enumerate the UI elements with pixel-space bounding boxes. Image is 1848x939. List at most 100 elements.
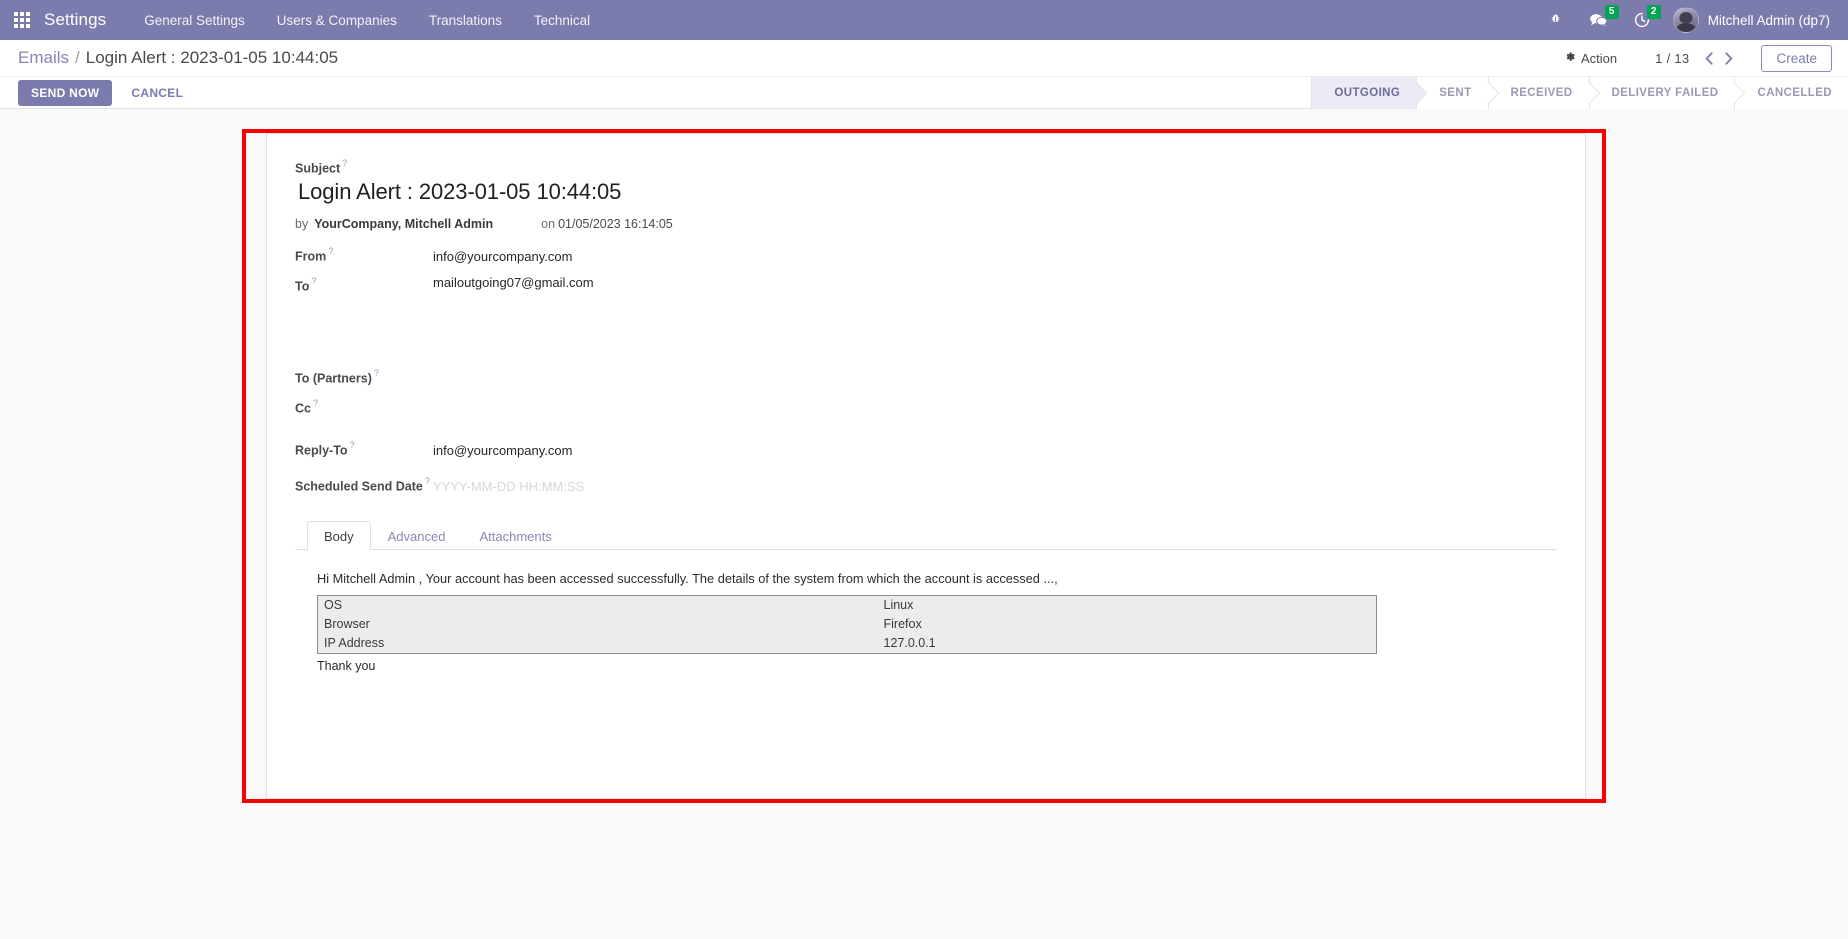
debug-bug-icon[interactable] bbox=[1536, 0, 1576, 40]
pager-value: 1 / 13 bbox=[1655, 50, 1690, 66]
user-menu[interactable]: Mitchell Admin (dp7) bbox=[1663, 0, 1836, 40]
notebook: Body Advanced Attachments Hi Mitchell Ad… bbox=[295, 521, 1557, 760]
table-cell-value-browser: Firefox bbox=[883, 616, 922, 631]
byline-on-word: on bbox=[541, 217, 556, 232]
mail-body-details-table: OS Linux Browser Firefox IP Address 127.… bbox=[317, 594, 1377, 654]
app-brand-settings[interactable]: Settings bbox=[44, 10, 128, 30]
red-highlight-annotation: Subject? Login Alert : 2023-01-05 10:44:… bbox=[242, 129, 1606, 803]
cc-help-icon[interactable]: ? bbox=[313, 398, 318, 408]
status-item-cancelled[interactable]: CANCELLED bbox=[1734, 76, 1848, 109]
breadcrumb-item-current: Login Alert : 2023-01-05 10:44:05 bbox=[85, 48, 339, 67]
menu-item-technical[interactable]: Technical bbox=[518, 0, 606, 40]
apps-grid-icon bbox=[14, 12, 30, 28]
tab-advanced[interactable]: Advanced bbox=[371, 521, 463, 550]
notebook-tabs: Body Advanced Attachments bbox=[295, 521, 1557, 551]
gear-icon bbox=[1564, 51, 1576, 65]
control-panel-actions: Action 1 / 13 Create bbox=[1554, 44, 1832, 72]
field-value-scheduled-send-date[interactable]: YYYY-MM-DD HH:MM:SS bbox=[433, 479, 1557, 496]
menu-item-translations[interactable]: Translations bbox=[413, 0, 518, 40]
subject-help-icon[interactable]: ? bbox=[342, 158, 347, 168]
field-label-cc-wrap: Cc? bbox=[295, 397, 433, 417]
breadcrumb-item-emails[interactable]: Emails bbox=[18, 48, 69, 68]
action-menu-button[interactable]: Action bbox=[1554, 47, 1627, 70]
field-value-cc[interactable] bbox=[433, 395, 1557, 412]
send-now-button[interactable]: SEND NOW bbox=[18, 79, 113, 106]
menu-item-general-settings[interactable]: General Settings bbox=[128, 0, 261, 40]
byline-author: YourCompany, Mitchell Admin bbox=[314, 217, 494, 232]
field-label-reply-to-wrap: Reply-To? bbox=[295, 439, 433, 459]
breadcrumb: Emails / Login Alert : 2023-01-05 10:44:… bbox=[18, 48, 338, 68]
breadcrumb-separator: / bbox=[75, 48, 80, 67]
subject-value[interactable]: Login Alert : 2023-01-05 10:44:05 bbox=[295, 179, 1557, 205]
field-label-cc: Cc bbox=[295, 401, 311, 416]
status-item-received[interactable]: RECEIVED bbox=[1487, 76, 1589, 109]
table-cell-value-ip-address: 127.0.0.1 bbox=[883, 635, 936, 650]
create-button[interactable]: Create bbox=[1761, 44, 1832, 72]
table-cell-key-browser: Browser bbox=[324, 616, 370, 631]
main-menu: General Settings Users & Companies Trans… bbox=[128, 0, 606, 40]
field-label-scheduled-send-date: Scheduled Send Date bbox=[295, 479, 423, 494]
tab-attachments[interactable]: Attachments bbox=[462, 521, 568, 550]
reply-to-help-icon[interactable]: ? bbox=[350, 440, 355, 450]
field-value-reply-to[interactable]: info@yourcompany.com bbox=[433, 443, 1557, 460]
field-value-to-partners[interactable] bbox=[433, 365, 1557, 382]
table-cell-key-ip-address: IP Address bbox=[324, 635, 385, 650]
content-area: Subject? Login Alert : 2023-01-05 10:44:… bbox=[0, 109, 1848, 939]
menu-item-users-companies[interactable]: Users & Companies bbox=[261, 0, 413, 40]
activities-badge: 2 bbox=[1646, 5, 1661, 19]
to-partners-help-icon[interactable]: ? bbox=[374, 368, 379, 378]
messages-icon[interactable]: 5 bbox=[1576, 0, 1621, 40]
field-label-to-partners: To (Partners) bbox=[295, 371, 372, 386]
table-row: OS Linux bbox=[318, 595, 1377, 614]
byline-date-wrap: on 01/05/2023 16:14:05 bbox=[541, 217, 673, 231]
apps-menu-icon[interactable] bbox=[0, 0, 44, 40]
messages-badge: 5 bbox=[1604, 5, 1619, 19]
status-item-outgoing[interactable]: OUTGOING bbox=[1311, 76, 1417, 109]
control-panel-bottom: SEND NOW CANCEL OUTGOING SENT RECEIVED D… bbox=[0, 76, 1848, 109]
field-row-reply-to: Reply-To? info@yourcompany.com bbox=[295, 439, 1557, 467]
field-label-to-partners-wrap: To (Partners)? bbox=[295, 367, 433, 387]
subject-label-wrap: Subject? bbox=[295, 158, 1557, 177]
activities-clock-icon[interactable]: 2 bbox=[1621, 0, 1663, 40]
pager: 1 / 13 bbox=[1655, 46, 1739, 70]
pager-previous-icon[interactable] bbox=[1699, 46, 1719, 70]
user-name-label: Mitchell Admin (dp7) bbox=[1707, 12, 1830, 28]
table-cell-value-os: Linux bbox=[883, 597, 914, 612]
field-row-to-partners: To (Partners)? bbox=[295, 365, 1557, 393]
field-label-from: From bbox=[295, 249, 327, 264]
field-label-to: To bbox=[295, 279, 310, 294]
from-help-icon[interactable]: ? bbox=[328, 246, 333, 256]
field-label-to-wrap: To? bbox=[295, 275, 433, 295]
field-value-to[interactable]: mailoutgoing07@gmail.com bbox=[433, 275, 1557, 292]
mail-body-intro: Hi Mitchell Admin , Your account has bee… bbox=[317, 571, 1058, 587]
byline-by-word: by bbox=[295, 217, 309, 232]
scheduled-send-date-help-icon[interactable]: ? bbox=[425, 476, 430, 486]
field-label-reply-to: Reply-To bbox=[295, 443, 348, 458]
table-row: IP Address 127.0.0.1 bbox=[318, 634, 1377, 653]
field-list: From? info@yourcompany.com To? mailoutgo… bbox=[295, 245, 1557, 503]
to-help-icon[interactable]: ? bbox=[311, 276, 316, 286]
field-label-from-wrap: From? bbox=[295, 245, 433, 265]
top-navbar: Settings General Settings Users & Compan… bbox=[0, 0, 1848, 40]
subject-group: Subject? Login Alert : 2023-01-05 10:44:… bbox=[295, 158, 1557, 205]
field-value-from[interactable]: info@yourcompany.com bbox=[433, 249, 1557, 266]
pager-next-icon[interactable] bbox=[1719, 46, 1739, 70]
byline: by YourCompany, Mitchell Admin on 01/05/2… bbox=[295, 217, 1557, 231]
tab-body[interactable]: Body bbox=[307, 521, 371, 551]
cancel-button[interactable]: CANCEL bbox=[118, 80, 196, 106]
field-row-scheduled-send-date: Scheduled Send Date? YYYY-MM-DD HH:MM:SS bbox=[295, 475, 1557, 503]
action-label: Action bbox=[1581, 50, 1618, 66]
status-item-delivery-failed[interactable]: DELIVERY FAILED bbox=[1588, 76, 1735, 109]
field-label-scheduled-send-date-wrap: Scheduled Send Date? bbox=[295, 475, 433, 495]
form-sheet: Subject? Login Alert : 2023-01-05 10:44:… bbox=[266, 133, 1586, 799]
mail-body-signoff: Thank you bbox=[317, 658, 376, 673]
avatar bbox=[1672, 7, 1699, 33]
byline-date: 01/05/2023 16:14:05 bbox=[558, 217, 673, 232]
control-panel-top: Emails / Login Alert : 2023-01-05 10:44:… bbox=[0, 40, 1848, 76]
field-row-from: From? info@yourcompany.com bbox=[295, 245, 1557, 273]
systray: 5 2 Mitchell Admin (dp7) bbox=[1536, 0, 1848, 40]
status-pipeline: OUTGOING SENT RECEIVED DELIVERY FAILED C… bbox=[1311, 76, 1848, 109]
control-panel: Emails / Login Alert : 2023-01-05 10:44:… bbox=[0, 40, 1848, 109]
table-row: Browser Firefox bbox=[318, 615, 1377, 634]
table-cell-key-os: OS bbox=[324, 597, 343, 612]
